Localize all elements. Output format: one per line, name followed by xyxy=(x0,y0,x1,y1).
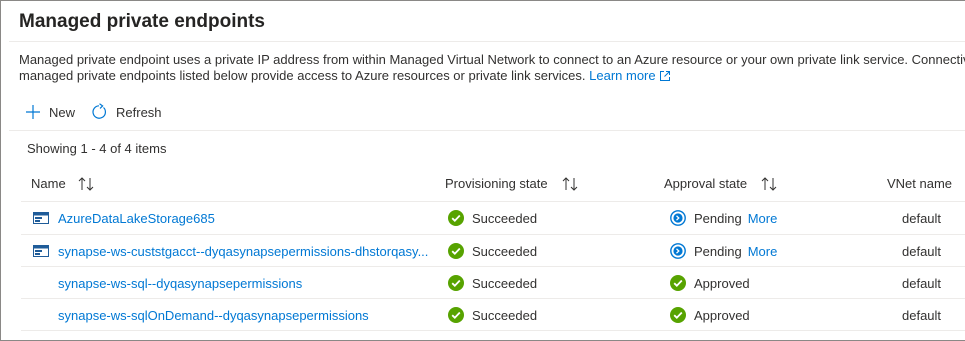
approval-label: Pending xyxy=(694,243,742,259)
success-icon xyxy=(448,243,464,259)
provisioning-cell: Succeeded xyxy=(448,209,537,227)
description-line-2-text: managed private endpoints listed below p… xyxy=(19,68,586,83)
vnet-cell: default xyxy=(902,210,942,226)
description-line-1: Managed private endpoint uses a private … xyxy=(19,52,965,67)
pending-icon xyxy=(670,210,686,226)
endpoint-name-link[interactable]: AzureDataLakeStorage685 xyxy=(58,211,215,226)
toolbar-divider xyxy=(9,130,965,131)
column-header-vnet-label: VNet name xyxy=(887,176,953,191)
table-row-name[interactable]: AzureDataLakeStorage685 xyxy=(33,209,215,227)
more-link[interactable]: More xyxy=(748,244,778,259)
refresh-icon xyxy=(90,103,108,121)
column-header-name-label: Name xyxy=(31,176,66,191)
approval-cell: Approved xyxy=(670,306,750,324)
external-link-icon xyxy=(659,70,671,86)
vnet-cell: default xyxy=(902,243,942,259)
success-icon xyxy=(448,275,464,291)
page-title: Managed private endpoints xyxy=(19,11,265,32)
storage-icon xyxy=(33,245,49,257)
new-button[interactable]: New xyxy=(25,104,75,120)
vnet-cell: default xyxy=(902,275,942,291)
blade-panel: Managed private endpoints Managed privat… xyxy=(0,0,965,341)
title-divider xyxy=(9,41,965,42)
more-link[interactable]: More xyxy=(748,211,778,226)
table-row-name[interactable]: synapse-ws-sql--dyqasynapsepermissions xyxy=(58,274,302,292)
provisioning-label: Succeeded xyxy=(472,307,538,323)
column-header-provisioning[interactable]: Provisioning state xyxy=(445,176,578,191)
sort-icon xyxy=(78,176,94,191)
approval-cell: Pending More xyxy=(670,209,777,227)
success-icon xyxy=(448,307,464,323)
endpoint-name-link[interactable]: synapse-ws-sqlOnDemand--dyqasynapsepermi… xyxy=(58,308,369,323)
description-line-2: managed private endpoints listed below p… xyxy=(19,68,965,86)
approval-cell: Pending More xyxy=(670,242,777,260)
sort-icon xyxy=(761,176,777,191)
new-button-label: New xyxy=(49,104,76,120)
approval-cell: Approved xyxy=(670,274,750,292)
column-header-approval-label: Approval state xyxy=(664,176,748,191)
approval-label: Approved xyxy=(694,275,750,291)
plus-icon xyxy=(25,104,41,120)
refresh-button[interactable]: Refresh xyxy=(90,103,162,121)
table-row-name[interactable]: synapse-ws-sqlOnDemand--dyqasynapsepermi… xyxy=(58,306,369,324)
column-header-approval[interactable]: Approval state xyxy=(664,176,777,191)
learn-more-link[interactable]: Learn more xyxy=(589,68,670,83)
row-divider xyxy=(21,330,965,331)
sort-icon xyxy=(562,176,578,191)
approval-label: Pending xyxy=(694,210,742,226)
provisioning-cell: Succeeded xyxy=(448,274,537,292)
storage-icon xyxy=(33,212,49,224)
provisioning-label: Succeeded xyxy=(472,210,538,226)
provisioning-cell: Succeeded xyxy=(448,242,537,260)
success-icon xyxy=(448,210,464,226)
refresh-button-label: Refresh xyxy=(116,104,162,120)
header-divider xyxy=(21,201,965,202)
provisioning-cell: Succeeded xyxy=(448,306,537,324)
pending-icon xyxy=(670,243,686,259)
item-count: Showing 1 - 4 of 4 items xyxy=(27,141,167,156)
row-divider xyxy=(21,266,965,267)
success-icon xyxy=(670,307,686,323)
command-bar: New Refresh xyxy=(25,101,162,123)
column-header-provisioning-label: Provisioning state xyxy=(445,176,548,191)
vnet-cell: default xyxy=(902,307,942,323)
provisioning-label: Succeeded xyxy=(472,275,538,291)
endpoint-name-link[interactable]: synapse-ws-custstgacct--dyqasynapsepermi… xyxy=(58,244,428,259)
table-row-name[interactable]: synapse-ws-custstgacct--dyqasynapsepermi… xyxy=(33,242,428,260)
approval-label: Approved xyxy=(694,307,750,323)
column-header-vnet[interactable]: VNet name xyxy=(887,176,952,191)
row-divider xyxy=(21,234,965,235)
success-icon xyxy=(670,275,686,291)
endpoint-name-link[interactable]: synapse-ws-sql--dyqasynapsepermissions xyxy=(58,276,302,291)
description: Managed private endpoint uses a private … xyxy=(19,52,965,86)
provisioning-label: Succeeded xyxy=(472,243,538,259)
learn-more-label: Learn more xyxy=(589,68,656,83)
row-divider xyxy=(21,298,965,299)
column-header-name[interactable]: Name xyxy=(31,176,94,191)
